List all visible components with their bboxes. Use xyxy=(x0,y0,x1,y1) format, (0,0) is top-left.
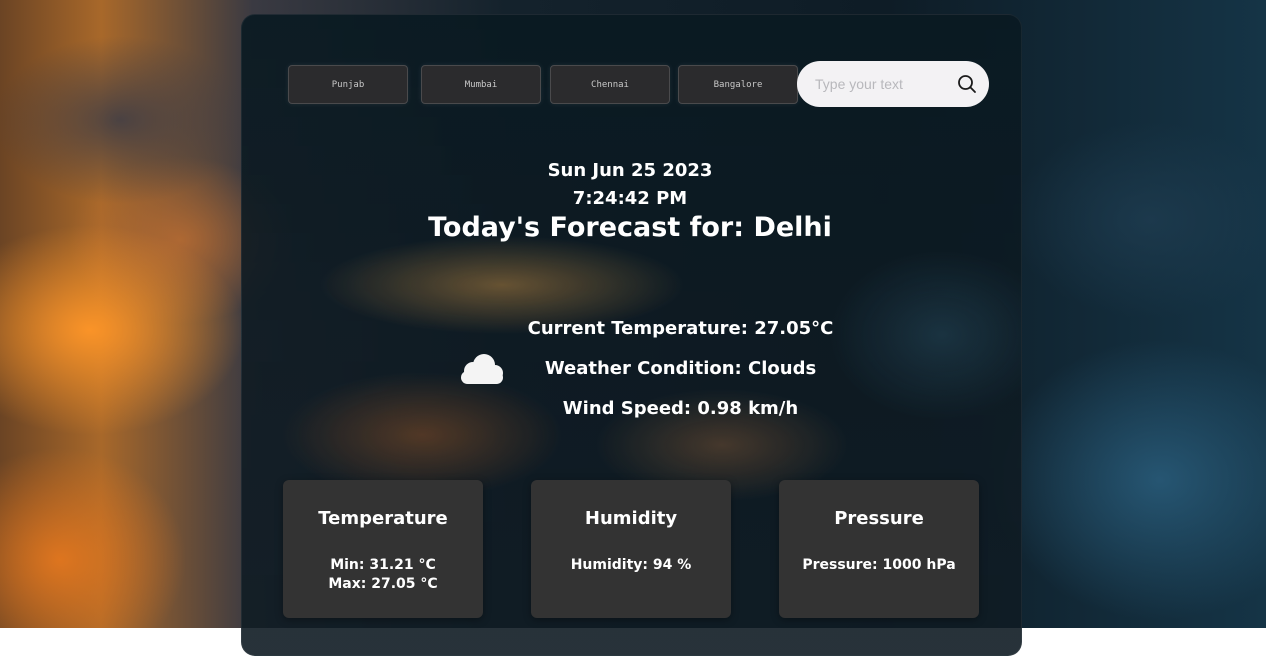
current-date: Sun Jun 25 2023 xyxy=(547,160,713,181)
temperature-card-title: Temperature xyxy=(318,508,448,529)
humidity-card: Humidity Humidity: 94 % xyxy=(531,480,731,618)
humidity-value: Humidity: 94 % xyxy=(570,557,692,573)
city-button-punjab[interactable]: Punjab xyxy=(288,65,408,104)
search-icon[interactable] xyxy=(957,74,977,94)
city-button-mumbai[interactable]: Mumbai xyxy=(421,65,541,104)
city-button-chennai[interactable]: Chennai xyxy=(550,65,670,104)
forecast-heading: Today's Forecast for: Delhi xyxy=(428,212,832,243)
search-box xyxy=(797,61,989,107)
pressure-card-title: Pressure xyxy=(834,508,924,529)
current-temperature: Current Temperature: 27.05°C xyxy=(527,318,834,339)
weather-condition: Weather Condition: Clouds xyxy=(544,358,817,379)
temperature-max: Max: 27.05 °C xyxy=(328,576,438,592)
temperature-card: Temperature Min: 31.21 °C Max: 27.05 °C xyxy=(283,480,483,618)
wind-speed: Wind Speed: 0.98 km/h xyxy=(562,398,799,419)
search-input[interactable] xyxy=(813,75,957,93)
humidity-card-title: Humidity xyxy=(584,508,678,529)
city-button-bangalore[interactable]: Bangalore xyxy=(678,65,798,104)
temperature-min: Min: 31.21 °C xyxy=(330,557,436,573)
pressure-value: Pressure: 1000 hPa xyxy=(802,557,956,573)
pressure-card: Pressure Pressure: 1000 hPa xyxy=(779,480,979,618)
current-time: 7:24:42 PM xyxy=(572,188,688,209)
